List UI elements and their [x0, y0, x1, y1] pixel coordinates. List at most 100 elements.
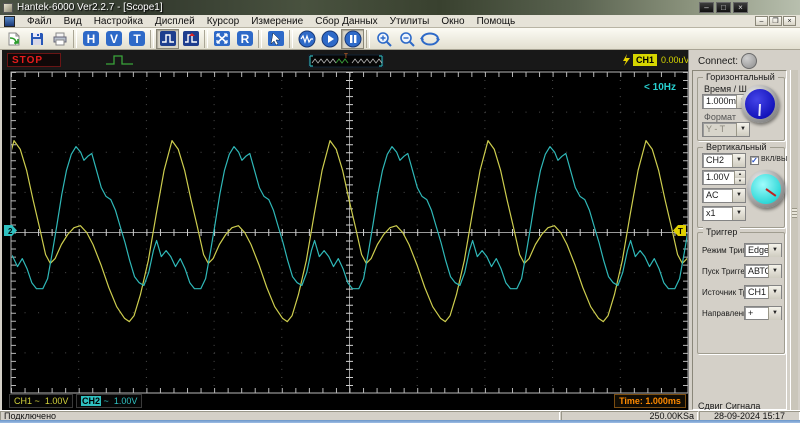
title-bar: Hantek-6000 Ver2.2.7 - [Scope1] – □ × [0, 0, 800, 15]
scope1-window-icon[interactable] [4, 16, 15, 27]
vertical-group-title: Вертикальный [703, 142, 770, 152]
pause-button[interactable] [341, 29, 364, 49]
toolbar-separator [204, 30, 208, 48]
trigger-slope-select[interactable]: +▼ [744, 306, 782, 320]
toolbar-separator [150, 30, 154, 48]
trigger-source-select[interactable]: CH1▼ [744, 285, 782, 299]
channel-enable-checkbox[interactable]: ✓ [750, 156, 759, 165]
chevron-down-icon: ▼ [768, 265, 781, 278]
toolbar-separator [73, 30, 77, 48]
waveform-ch2 [3, 147, 688, 289]
toolbar: H V T R [0, 28, 800, 50]
chevron-down-icon: ▼ [732, 207, 745, 220]
run-button[interactable] [318, 29, 341, 49]
volts-per-div-stepper[interactable]: 1.00V▲▼ [702, 170, 746, 185]
child-minimize-button[interactable]: – [755, 16, 768, 26]
menu-setup[interactable]: Настройка [88, 16, 149, 27]
timebase-readout: Time: 1.000ms [614, 394, 686, 408]
chevron-down-icon: ▼ [768, 307, 781, 320]
toolbar-separator [289, 30, 293, 48]
pulse-shift-button[interactable] [179, 29, 202, 49]
import-button[interactable] [2, 29, 25, 49]
trigger-level-value: 0.00uV [661, 54, 690, 66]
channel-enable-label: ВКЛ/ВЫ [761, 156, 787, 163]
menu-window[interactable]: Окно [435, 16, 470, 27]
minimize-button[interactable]: – [699, 2, 714, 13]
connect-button[interactable] [741, 53, 757, 69]
trigger-mode-select[interactable]: Edge▼ [744, 243, 782, 257]
print-button[interactable] [48, 29, 71, 49]
trigger-marker-label: T [678, 227, 683, 236]
chevron-down-icon: ▼ [736, 123, 749, 136]
panel-scrollbar[interactable] [790, 70, 798, 410]
svg-text:R: R [240, 32, 249, 46]
preview-trigger-marker: T [344, 54, 348, 60]
child-close-button[interactable]: × [783, 16, 796, 26]
coupling-select[interactable]: AC▼ [702, 188, 746, 203]
zoom-in-button[interactable] [372, 29, 395, 49]
trigger-sweep-select[interactable]: АВТО▼ [744, 264, 782, 278]
menu-acquire[interactable]: Сбор Данных [309, 16, 383, 27]
format-select[interactable]: Y - T▼ [702, 122, 750, 137]
menu-display[interactable]: Дисплей [149, 16, 201, 27]
pointer-button[interactable] [264, 29, 287, 49]
horizontal-knob[interactable] [741, 85, 779, 123]
zoom-out-button[interactable] [395, 29, 418, 49]
horizontal-scale-button[interactable]: H [79, 29, 102, 49]
chevron-down-icon: ▼ [732, 154, 745, 167]
chevron-down-icon: ▼ [768, 244, 781, 257]
buffer-preview[interactable]: T [308, 53, 384, 68]
scope-area: STOP T CH1 0.00uV 2 [2, 50, 688, 410]
save-button[interactable] [25, 29, 48, 49]
record-button[interactable]: R [233, 29, 256, 49]
pause-icon [354, 35, 356, 43]
roll-button[interactable] [418, 29, 441, 49]
timebase-label: Время / Ш [704, 84, 747, 94]
waveform-display: 2 T < 10Hz CH1 ~ 1.00V CH2 ~ 1.00V Time:… [2, 70, 688, 410]
ch2-coupling-icon: ~ [104, 396, 109, 406]
vertical-scale-button[interactable]: V [102, 29, 125, 49]
acquisition-status: STOP [7, 53, 61, 67]
scrollbar-grip[interactable] [792, 208, 797, 218]
app-icon [3, 3, 13, 13]
channel-select[interactable]: CH2▼ [702, 153, 746, 168]
vertical-knob[interactable] [747, 170, 785, 208]
maximize-button[interactable]: □ [716, 2, 731, 13]
control-panel: Connect: Горизонтальный Время / Ш 1.000m… [688, 50, 798, 410]
connect-label: Connect: [698, 56, 738, 67]
window-title: Hantek-6000 Ver2.2.7 - [Scope1] [17, 2, 163, 13]
waveform-ch1 [6, 141, 688, 322]
format-label: Формат [704, 112, 736, 122]
menu-view[interactable]: Вид [58, 16, 88, 27]
child-restore-button[interactable]: ❐ [769, 16, 782, 26]
toolbar-separator [366, 30, 370, 48]
main-content: STOP T CH1 0.00uV 2 [0, 50, 800, 410]
ch2-scale-readout: CH2 ~ 1.00V [76, 394, 142, 408]
spin-down-icon: ▼ [734, 178, 745, 185]
pulse-indicator-icon [105, 53, 135, 67]
frequency-readout: < 10Hz [644, 82, 676, 93]
scope-grid-canvas: 2 T [2, 70, 688, 410]
probe-select[interactable]: x1▼ [702, 206, 746, 221]
trigger-lightning-icon [621, 53, 631, 67]
menu-utility[interactable]: Утилиты [384, 16, 436, 27]
menu-measure[interactable]: Измерение [245, 16, 309, 27]
ch2-marker-label: 2 [8, 227, 13, 236]
toolbar-separator [258, 30, 262, 48]
chevron-down-icon: ▼ [732, 189, 745, 202]
self-calibration-button[interactable] [210, 29, 233, 49]
capture-status-strip: STOP T CH1 0.00uV [2, 50, 688, 71]
svg-text:T: T [133, 32, 141, 46]
trigger-scale-button[interactable]: T [125, 29, 148, 49]
svg-text:H: H [86, 32, 95, 46]
pulse-mode-button[interactable] [156, 29, 179, 49]
close-button[interactable]: × [733, 2, 748, 13]
chevron-down-icon: ▼ [768, 286, 781, 299]
menu-file[interactable]: Файл [21, 16, 58, 27]
menu-help[interactable]: Помощь [471, 16, 522, 27]
ch1-coupling-icon: ~ [35, 396, 40, 406]
auto-trigger-button[interactable] [295, 29, 318, 49]
menu-cursor[interactable]: Курсор [201, 16, 246, 27]
trigger-group-title: Триггер [703, 227, 740, 237]
horizontal-group-title: Горизонтальный [703, 72, 778, 82]
